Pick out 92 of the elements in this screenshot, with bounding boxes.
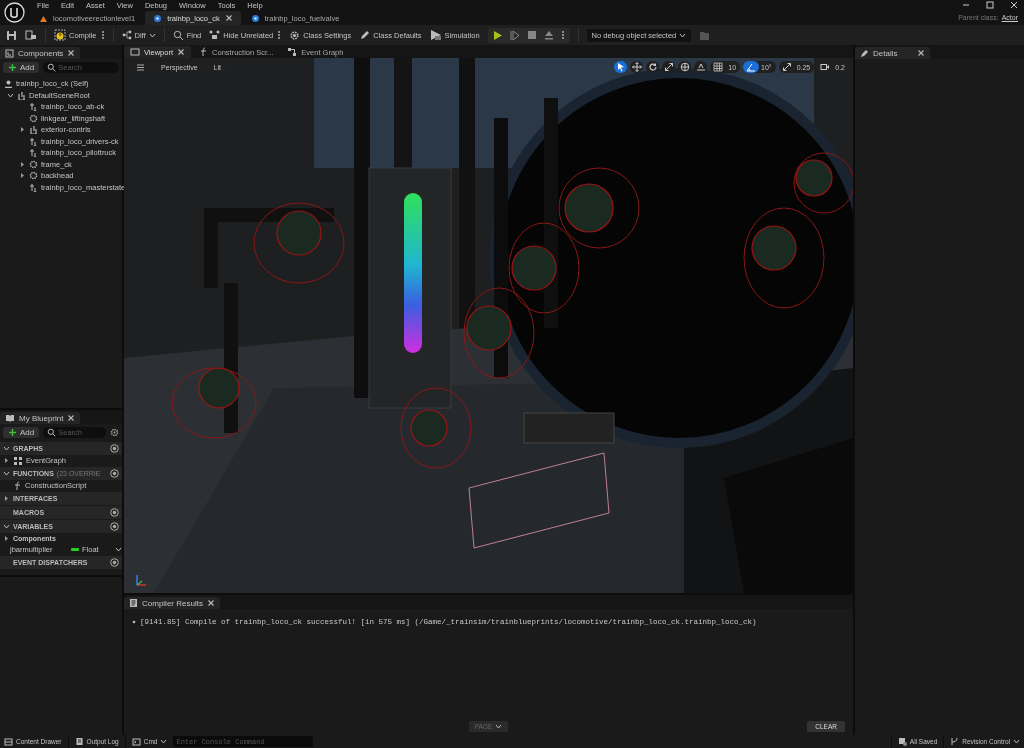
- kebab-menu-icon[interactable]: [100, 30, 105, 40]
- viewport-icon: [130, 47, 140, 57]
- caret-right-icon: [19, 126, 26, 134]
- select-cursor-icon[interactable]: [615, 62, 626, 72]
- grid-icon[interactable]: [713, 62, 724, 72]
- minimize-icon[interactable]: [962, 1, 970, 9]
- kebab-menu-icon[interactable]: [560, 30, 565, 40]
- settings-icon[interactable]: [110, 428, 119, 437]
- caret-right-icon: [3, 457, 10, 464]
- panel-tab[interactable]: Components: [0, 47, 81, 59]
- component-icon: [29, 102, 38, 112]
- gear-icon: [29, 113, 38, 123]
- eject-icon[interactable]: [543, 30, 554, 40]
- pencil-icon: [860, 48, 869, 58]
- level-icon: [39, 13, 48, 23]
- nodes-icon: [209, 29, 221, 41]
- browse-icon[interactable]: [25, 29, 37, 41]
- stop-icon[interactable]: [526, 30, 537, 40]
- plus-icon: [8, 428, 17, 437]
- function-icon: [13, 480, 22, 491]
- compile-status-icon: [54, 29, 66, 41]
- close-icon[interactable]: [917, 49, 925, 57]
- caret-down-icon: [1013, 738, 1020, 745]
- maximize-icon[interactable]: [986, 1, 994, 9]
- search-icon: [172, 29, 184, 41]
- component-icon: [29, 148, 38, 158]
- caret-down-icon: [495, 722, 503, 730]
- caret-down-icon: [679, 31, 687, 39]
- search-icon: [47, 428, 57, 437]
- close-icon[interactable]: [1010, 1, 1018, 9]
- scene-root-icon: [29, 125, 38, 135]
- blueprint-icon: [153, 13, 163, 23]
- components-icon: [5, 48, 14, 58]
- close-icon[interactable]: [67, 414, 76, 422]
- component-icon: [29, 182, 38, 192]
- engine-logo-icon[interactable]: [4, 2, 25, 23]
- add-circle-icon[interactable]: [110, 522, 119, 531]
- camera-icon[interactable]: [820, 62, 831, 72]
- panel-tab[interactable]: My Blueprint: [0, 412, 81, 424]
- graph-icon: [13, 455, 23, 466]
- step-icon[interactable]: [509, 29, 520, 41]
- caret-down-icon: [3, 523, 10, 530]
- simulation-icon: [429, 29, 442, 41]
- caret-down-icon: [3, 470, 10, 477]
- book-icon: [5, 413, 15, 423]
- scene-root-icon: [17, 90, 26, 100]
- caret-down-icon: [115, 546, 122, 553]
- add-circle-icon[interactable]: [110, 444, 119, 453]
- close-icon[interactable]: [67, 49, 76, 57]
- globe-icon[interactable]: [679, 62, 690, 72]
- caret-right-icon: [3, 535, 10, 542]
- function-icon: [199, 47, 209, 57]
- terminal-icon: [131, 737, 141, 746]
- rotate-icon[interactable]: [647, 62, 658, 72]
- caret-right-icon: [3, 495, 10, 502]
- actor-icon: [4, 79, 13, 89]
- pencil-icon: [359, 29, 371, 41]
- add-button[interactable]: Add: [3, 62, 40, 73]
- save-status-icon: [897, 737, 907, 746]
- add-circle-icon[interactable]: [110, 469, 119, 478]
- caret-down-icon: [7, 91, 14, 99]
- blueprint-icon: [250, 13, 260, 23]
- search-icon: [47, 63, 57, 72]
- close-icon[interactable]: [177, 48, 186, 56]
- branch-icon: [950, 737, 960, 746]
- resize-arrow-icon[interactable]: [781, 62, 792, 72]
- caret-down-icon: [3, 445, 10, 452]
- kebab-menu-icon[interactable]: [277, 30, 282, 40]
- move-arrows-icon[interactable]: [631, 62, 642, 72]
- axis-gizmo-icon: [134, 572, 148, 587]
- add-circle-icon[interactable]: [110, 508, 119, 517]
- menu-icon[interactable]: [136, 62, 145, 72]
- surface-snap-icon[interactable]: [695, 62, 706, 72]
- gear-icon: [289, 29, 301, 41]
- diff-icon: [121, 30, 132, 40]
- add-button[interactable]: Add: [3, 427, 40, 438]
- play-icon[interactable]: [492, 29, 503, 41]
- panel-tab[interactable]: Details: [855, 47, 930, 59]
- component-icon: [29, 136, 38, 146]
- panel-tab[interactable]: Compiler Results: [124, 597, 220, 609]
- angle-icon[interactable]: [746, 62, 757, 72]
- graph-icon: [287, 47, 298, 57]
- drawer-icon: [4, 737, 13, 746]
- caret-down-icon: [148, 31, 156, 39]
- plus-icon: [8, 63, 17, 72]
- close-icon[interactable]: [206, 599, 215, 607]
- caret-down-icon: [160, 738, 168, 745]
- bullet-icon: [132, 620, 136, 624]
- add-circle-icon[interactable]: [110, 558, 119, 567]
- close-icon[interactable]: [224, 14, 233, 22]
- log-icon: [129, 598, 138, 608]
- scale-arrows-icon[interactable]: [663, 62, 674, 72]
